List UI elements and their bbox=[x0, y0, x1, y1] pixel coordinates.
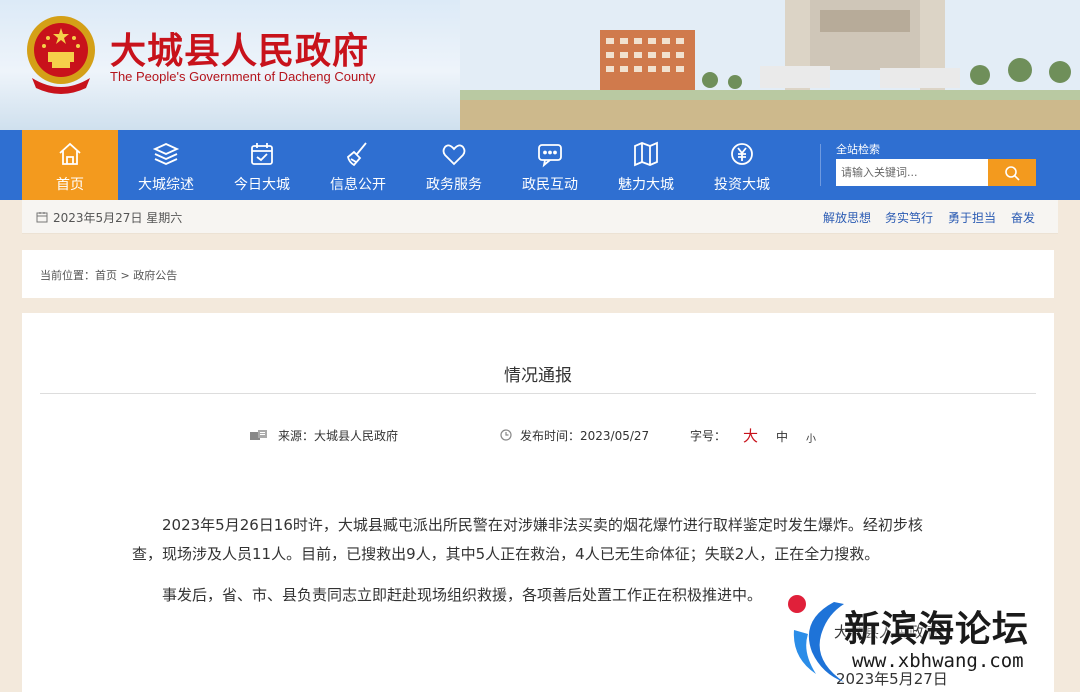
header-banner: 大城县人民政府 The People's Government of Dache… bbox=[0, 0, 1080, 130]
breadcrumb-bar: 当前位置：首页 > 政府公告 bbox=[22, 250, 1054, 298]
nav-item-label: 魅力大城 bbox=[618, 177, 674, 193]
heart-icon bbox=[442, 144, 466, 166]
watermark-url: www.xbhwang.com bbox=[852, 650, 1024, 672]
breadcrumb-prefix: 当前位置： bbox=[40, 269, 95, 282]
building-scene-image bbox=[460, 0, 1080, 130]
nav-item-info[interactable]: 信息公开 bbox=[310, 130, 406, 200]
search-input[interactable] bbox=[836, 159, 988, 186]
nav-item-overview[interactable]: 大城综述 bbox=[118, 130, 214, 200]
breadcrumb-current-link[interactable]: 政府公告 bbox=[133, 269, 177, 282]
national-emblem-icon bbox=[27, 16, 95, 94]
slogan-link[interactable]: 解放思想 bbox=[823, 209, 871, 226]
nav-item-charm[interactable]: 魅力大城 bbox=[598, 130, 694, 200]
nav-item-service[interactable]: 政务服务 bbox=[406, 130, 502, 200]
main-nav: 首页 大城综述 今日大城 信息公开 政务服务 政民互动 魅力大城 投资大城 全站… bbox=[0, 130, 1080, 200]
nav-item-label: 政务服务 bbox=[426, 177, 482, 193]
nav-divider bbox=[820, 144, 821, 186]
clock-icon bbox=[500, 429, 512, 441]
site-name-en: The People's Government of Dacheng Count… bbox=[110, 69, 376, 84]
nav-item-label: 投资大城 bbox=[714, 177, 770, 193]
search-button[interactable] bbox=[988, 159, 1036, 186]
article-source: 来源：大城县人民政府 bbox=[278, 429, 399, 443]
search-icon bbox=[1005, 166, 1020, 181]
breadcrumb: 当前位置：首页 > 政府公告 bbox=[40, 267, 177, 283]
chat-icon bbox=[538, 144, 562, 168]
nav-item-label: 信息公开 bbox=[330, 177, 386, 193]
nav-item-invest[interactable]: 投资大城 bbox=[694, 130, 790, 200]
nav-item-label: 政民互动 bbox=[522, 177, 578, 193]
current-date: 2023年5月27日 星期六 bbox=[53, 211, 183, 225]
site-name-cn: 大城县人民政府 bbox=[110, 30, 370, 72]
font-size-large-button[interactable]: 大 bbox=[743, 425, 758, 446]
broom-icon bbox=[347, 142, 367, 167]
breadcrumb-home-link[interactable]: 首页 bbox=[95, 269, 117, 282]
date-bar: 2023年5月27日 星期六 解放思想 务实笃行 勇于担当 奋发 bbox=[22, 200, 1058, 234]
nav-item-label: 大城综述 bbox=[138, 177, 194, 193]
nav-item-label: 今日大城 bbox=[234, 177, 290, 193]
search-title: 全站检索 bbox=[836, 143, 880, 156]
nav-item-today[interactable]: 今日大城 bbox=[214, 130, 310, 200]
nav-item-label: 首页 bbox=[56, 177, 84, 193]
article-title: 情况通报 bbox=[504, 366, 572, 386]
article-publish-time: 发布时间：2023/05/27 bbox=[520, 429, 650, 443]
breadcrumb-separator: > bbox=[117, 269, 134, 282]
source-icon bbox=[250, 430, 267, 440]
article-paragraph: 2023年5月26日16时许，大城县臧屯派出所民警在对涉嫌非法买卖的烟花爆竹进行… bbox=[132, 516, 923, 563]
slogan-link[interactable]: 务实笃行 bbox=[885, 209, 933, 226]
yuan-icon bbox=[731, 143, 753, 165]
font-size-medium-button[interactable]: 中 bbox=[776, 428, 788, 445]
title-divider bbox=[40, 393, 1036, 394]
slogan-link[interactable]: 勇于担当 bbox=[948, 209, 996, 226]
nav-item-home[interactable]: 首页 bbox=[22, 130, 118, 200]
font-size-small-button[interactable]: 小 bbox=[806, 430, 816, 445]
font-size-label: 字号： bbox=[690, 429, 727, 443]
home-icon bbox=[59, 142, 81, 165]
calendar-check-icon bbox=[251, 143, 273, 165]
layers-icon bbox=[152, 143, 180, 165]
nav-item-interaction[interactable]: 政民互动 bbox=[502, 130, 598, 200]
map-icon bbox=[634, 141, 658, 167]
slogan-link[interactable]: 奋发 bbox=[1011, 209, 1035, 226]
calendar-icon bbox=[36, 212, 48, 223]
watermark-name: 新滨海论坛 bbox=[844, 609, 1030, 650]
